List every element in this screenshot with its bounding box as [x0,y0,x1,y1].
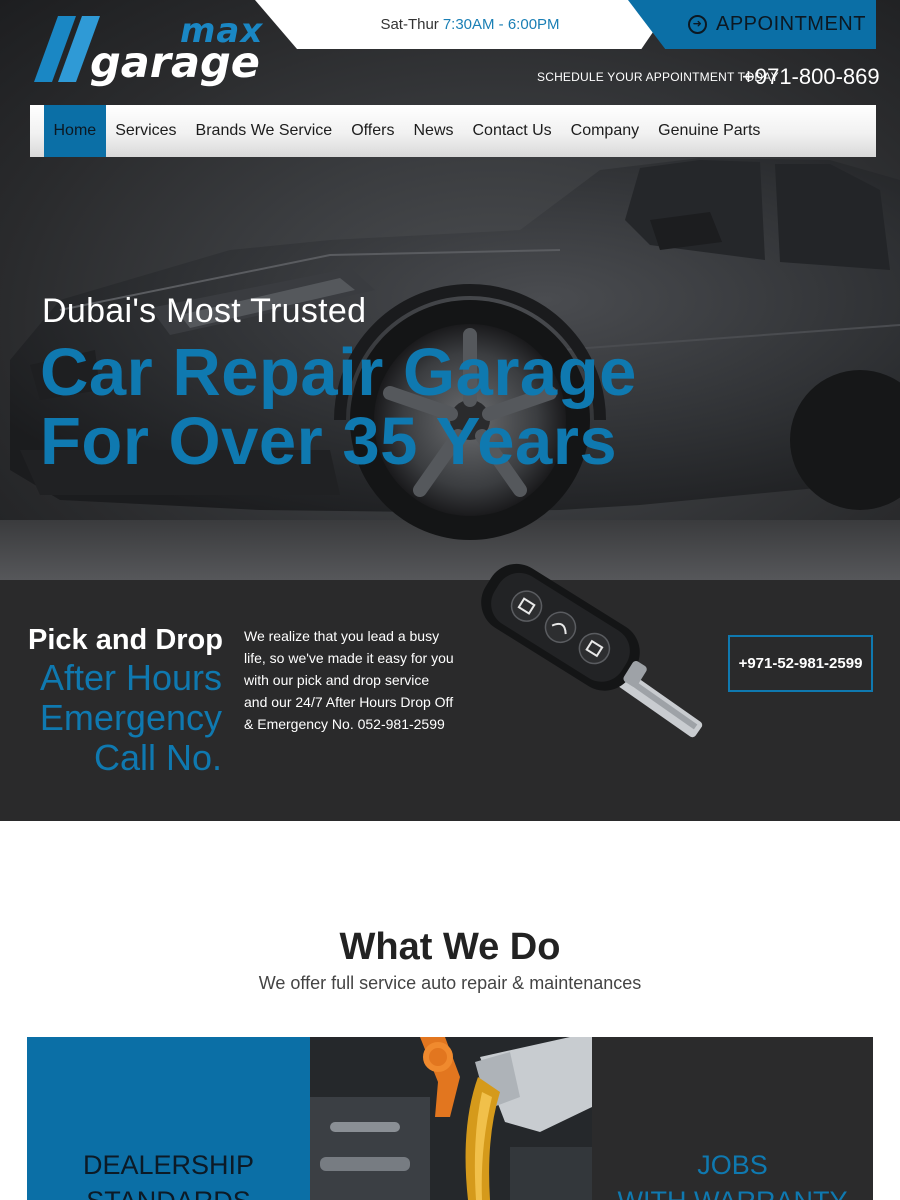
hours-time: 7:30AM - 6:00PM [442,16,560,33]
arrow-right-circle-icon: ➜ [688,15,707,34]
hero-title-line2: For Over 35 Years [40,404,618,479]
service-cards: DEALERSHIP STANDARDS JOBS WITH WARRANTY [27,1037,873,1200]
business-hours: Sat-Thur 7:30AM - 6:00PM [255,0,675,49]
service-card-warranty[interactable]: JOBS WITH WARRANTY [592,1037,873,1200]
card-line2: WITH WARRANTY [592,1183,873,1200]
schedule-phone-link[interactable]: +971-800-869 [742,64,880,90]
nav-item-offers[interactable]: Offers [342,105,404,157]
pick-and-drop-section: Pick and Drop After Hours Emergency Call… [0,563,900,821]
service-card-title: JOBS WITH WARRANTY [592,1147,873,1200]
hero-banner: max garage Sat-Thur 7:30AM - 6:00PM ➜ AP… [0,0,900,580]
nav-item-news[interactable]: News [404,105,463,157]
service-card-title: DEALERSHIP STANDARDS [27,1147,310,1200]
hero-title-line1: Car Repair Garage [40,335,637,410]
card-line1: JOBS [697,1150,768,1180]
main-nav: Home Services Brands We Service Offers N… [30,105,876,157]
hero-title: Car Repair Garage For Over 35 Years [40,338,637,476]
appointment-button[interactable]: ➜ APPOINTMENT [628,0,876,49]
nav-item-contact[interactable]: Contact Us [463,105,561,157]
hero-kicker: Dubai's Most Trusted [42,292,367,330]
logo-text-garage: garage [90,38,260,88]
pickup-subtitle-line3: Call No. [93,737,222,778]
oil-change-image [310,1037,592,1200]
pickup-subtitle-line2: Emergency [39,697,222,738]
nav-item-genuine-parts[interactable]: Genuine Parts [649,105,770,157]
card-line2: STANDARDS [27,1183,310,1200]
appointment-label: APPOINTMENT [716,13,866,35]
pickup-title: Pick and Drop [28,624,223,656]
what-we-do-subtitle: We offer full service auto repair & main… [258,973,642,993]
nav-item-brands[interactable]: Brands We Service [186,105,342,157]
hours-days: Sat-Thur [380,16,439,33]
pickup-subtitle-line1: After Hours [39,657,222,698]
card-line1: DEALERSHIP [82,1150,255,1180]
pickup-subtitle: After Hours Emergency Call No. [0,658,222,778]
nav-item-company[interactable]: Company [561,105,648,157]
service-card-dealership[interactable]: DEALERSHIP STANDARDS [27,1037,310,1200]
nav-item-services[interactable]: Services [106,105,186,157]
pickup-description: We realize that you lead a busy life, so… [244,628,454,732]
emergency-phone-button[interactable]: +971-52-981-2599 [728,635,873,692]
nav-item-home[interactable]: Home [44,105,106,157]
car-key-icon [481,563,703,738]
service-card-oil-photo[interactable] [310,1037,592,1200]
what-we-do-title: What We Do [339,926,561,968]
site-logo[interactable]: max garage [34,12,262,92]
